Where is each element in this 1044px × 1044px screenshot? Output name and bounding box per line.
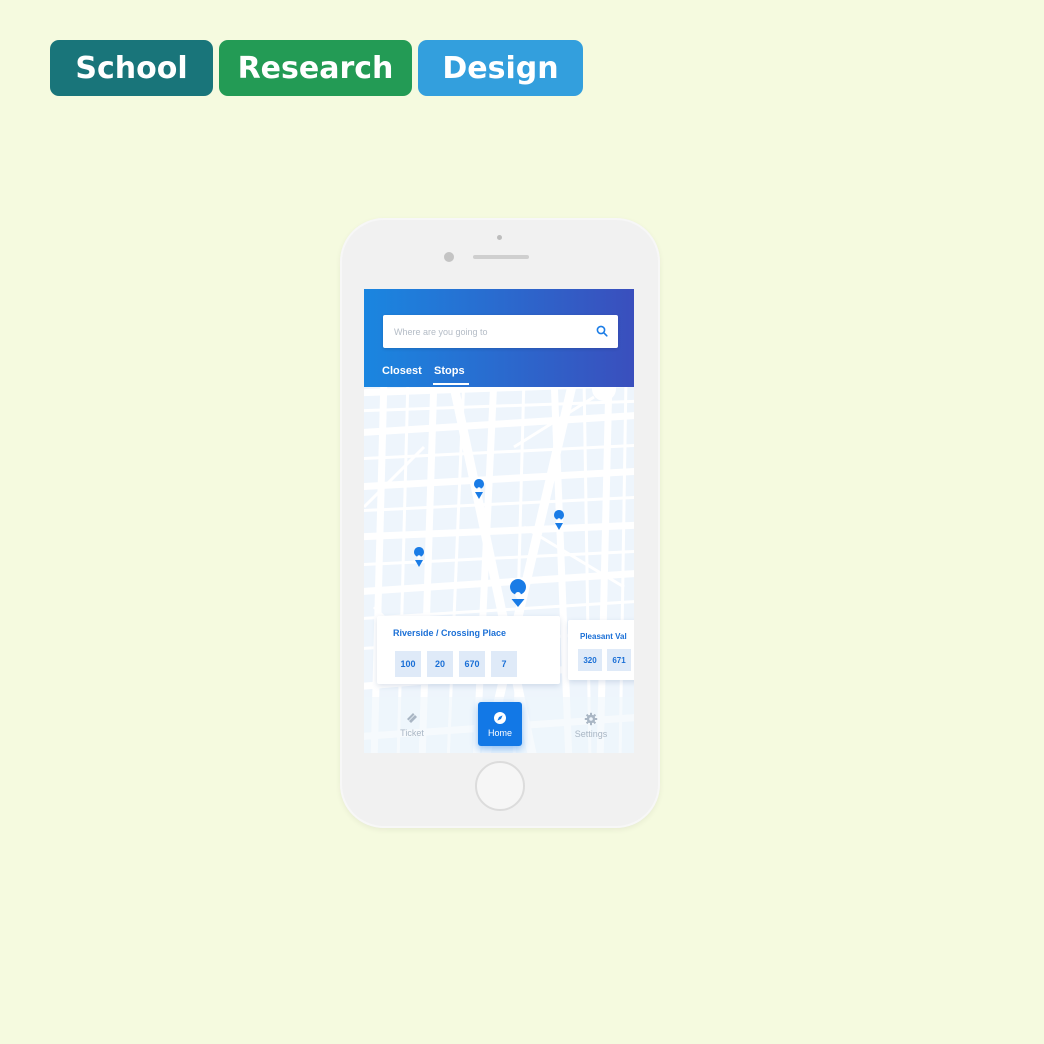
gear-icon bbox=[584, 712, 598, 726]
phone-home-button bbox=[475, 761, 525, 811]
ticket-icon bbox=[407, 713, 417, 723]
stop-name: Pleasant Val bbox=[580, 632, 627, 641]
earpiece-speaker bbox=[473, 255, 529, 259]
route-badge[interactable]: 7 bbox=[491, 651, 517, 677]
nav-home[interactable]: Home bbox=[478, 702, 522, 746]
active-tab-indicator bbox=[433, 383, 469, 385]
stop-name: Riverside / Crossing Place bbox=[393, 628, 507, 638]
route-badge[interactable]: 671 bbox=[607, 649, 631, 671]
tag-list: School Research Design bbox=[50, 40, 583, 96]
route-list: 320 671 bbox=[578, 649, 631, 671]
bottom-nav: Ticket Home Settings bbox=[364, 697, 634, 753]
route-badge[interactable]: 320 bbox=[578, 649, 602, 671]
route-badge[interactable]: 20 bbox=[427, 651, 453, 677]
app-screen: Closest Stops Riverside / Crossing Place… bbox=[364, 289, 634, 753]
stop-card[interactable]: Riverside / Crossing Place 100 20 670 7 bbox=[377, 616, 560, 684]
tag-research[interactable]: Research bbox=[219, 40, 412, 96]
search-bar[interactable] bbox=[383, 315, 618, 348]
search-icon[interactable] bbox=[596, 325, 608, 337]
nav-ticket-label: Ticket bbox=[400, 728, 424, 738]
nav-ticket[interactable]: Ticket bbox=[394, 711, 430, 738]
route-badge[interactable]: 100 bbox=[395, 651, 421, 677]
app-header: Closest Stops bbox=[364, 289, 634, 387]
search-input[interactable] bbox=[394, 326, 584, 337]
phone-mockup: Closest Stops Riverside / Crossing Place… bbox=[340, 218, 660, 828]
tag-design[interactable]: Design bbox=[418, 40, 583, 96]
compass-icon bbox=[494, 711, 506, 724]
tag-school[interactable]: School bbox=[50, 40, 213, 96]
nav-home-label: Home bbox=[487, 727, 512, 738]
tab-stops[interactable]: Stops bbox=[434, 365, 465, 377]
nav-settings[interactable]: Settings bbox=[568, 712, 614, 739]
front-camera bbox=[444, 252, 454, 262]
tab-closest[interactable]: Closest bbox=[382, 365, 422, 377]
sensor-dot bbox=[497, 235, 502, 240]
route-badge[interactable]: 670 bbox=[459, 651, 485, 677]
route-list: 100 20 670 7 bbox=[395, 651, 517, 677]
nav-settings-label: Settings bbox=[574, 729, 608, 739]
stop-card[interactable]: Pleasant Val 320 671 bbox=[568, 620, 634, 680]
